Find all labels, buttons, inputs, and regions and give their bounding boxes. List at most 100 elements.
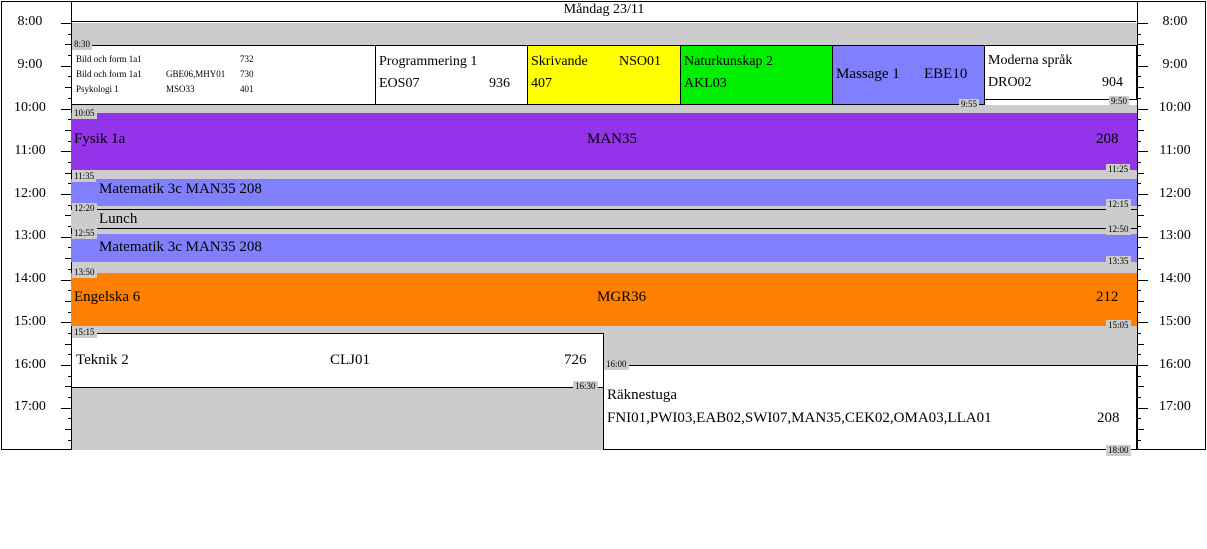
axis-tick: [1138, 162, 1141, 163]
axis-tick: [68, 418, 71, 419]
time-label: 12:15: [1106, 199, 1131, 210]
axis-tick: [1138, 440, 1141, 441]
lesson-text: Matematik 3c MAN35 208: [99, 239, 262, 255]
axis-tick: [61, 23, 71, 24]
lesson-room: 732: [240, 54, 254, 64]
hour-label: 8:00: [17, 14, 43, 29]
axis-tick: [1138, 386, 1144, 387]
lesson-code: EOS07: [379, 76, 420, 91]
axis-tick: [61, 237, 71, 238]
lesson-moderna-sprak[interactable]: Moderna språk DRO02 904: [984, 45, 1137, 100]
free-slot: [72, 387, 604, 450]
lesson-room: 401: [240, 84, 254, 94]
lesson-name: Skrivande: [531, 54, 588, 69]
axis-tick: [1138, 301, 1144, 302]
axis-tick: [1138, 237, 1148, 238]
axis-tick: [1138, 44, 1144, 45]
hour-label: 11:00: [14, 143, 46, 158]
time-label: 10:05: [72, 108, 97, 119]
lesson-matematik-1[interactable]: Matematik 3c MAN35 208: [71, 179, 1137, 206]
axis-tick: [61, 151, 71, 152]
time-label: 15:05: [1106, 320, 1131, 331]
lesson-name: Massage 1: [836, 66, 900, 82]
lesson-block-bild-psyk[interactable]: Bild och form 1a1 732 Bild och form 1a1 …: [71, 45, 376, 105]
lesson-room: 730: [240, 69, 254, 79]
time-label: 15:15: [72, 327, 97, 338]
axis-tick: [1138, 290, 1141, 291]
time-label: 18:00: [1106, 445, 1131, 456]
axis-tick: [61, 66, 71, 67]
lesson-raknestuga[interactable]: Räknestuga FNI01,PWI03,EAB02,SWI07,MAN35…: [603, 365, 1137, 450]
axis-tick: [1138, 226, 1141, 227]
time-label: 8:30: [72, 39, 93, 50]
hour-label: 9:00: [17, 57, 43, 72]
free-slot: [604, 326, 1137, 365]
time-label: 16:00: [604, 359, 629, 370]
time-label: 12:50: [1106, 224, 1131, 235]
axis-tick: [1138, 280, 1148, 281]
lesson-fysik[interactable]: Fysik 1a MAN35 208: [71, 113, 1137, 170]
lesson-massage[interactable]: Massage 1 EBE10: [832, 45, 985, 105]
axis-tick: [1138, 173, 1144, 174]
hour-label: 16:00: [1159, 357, 1191, 372]
axis-tick: [61, 280, 71, 281]
axis-tick: [61, 365, 71, 366]
lesson-skrivande[interactable]: Skrivande NSO01 407: [527, 45, 681, 105]
axis-tick: [1138, 418, 1141, 419]
lesson-name: Bild och form 1a1: [76, 54, 142, 64]
axis-tick: [1138, 322, 1148, 323]
lesson-engelska[interactable]: Engelska 6 MGR36 212: [71, 273, 1137, 326]
lesson-programmering[interactable]: Programmering 1 EOS07 936: [375, 45, 528, 105]
hour-label: 16:00: [14, 357, 46, 372]
free-slot: [72, 170, 1137, 179]
axis-tick: [65, 173, 71, 174]
axis-tick: [1138, 215, 1144, 216]
lesson-lunch[interactable]: Lunch: [71, 209, 1137, 229]
lesson-room: 208: [1096, 131, 1119, 147]
time-label: 9:55: [959, 99, 980, 110]
hour-label: 14:00: [14, 271, 46, 286]
time-label: 11:25: [1106, 164, 1131, 175]
lesson-matematik-2[interactable]: Matematik 3c MAN35 208: [71, 234, 1137, 262]
hour-label: 14:00: [1159, 271, 1191, 286]
lesson-teknik[interactable]: Teknik 2 CLJ01 726: [71, 333, 604, 388]
hour-label: 10:00: [14, 100, 46, 115]
axis-tick: [1138, 98, 1141, 99]
lesson-room: 212: [1096, 289, 1119, 305]
hour-label: 12:00: [14, 186, 46, 201]
axis-tick: [1138, 397, 1141, 398]
lesson-name: Fysik 1a: [74, 131, 126, 147]
hour-label: 12:00: [1159, 186, 1191, 201]
axis-tick: [1138, 258, 1144, 259]
hour-label: 17:00: [14, 399, 46, 414]
axis-tick: [1138, 109, 1148, 110]
axis-tick: [61, 408, 71, 409]
lesson-name: Engelska 6: [74, 289, 141, 305]
free-slot: [72, 262, 1137, 273]
hour-label: 9:00: [1162, 57, 1188, 72]
time-label: 13:50: [72, 267, 97, 278]
axis-tick: [68, 440, 71, 441]
time-label: 12:55: [72, 228, 97, 239]
axis-tick: [68, 397, 71, 398]
axis-tick: [1138, 376, 1141, 377]
hour-label: 13:00: [1159, 228, 1191, 243]
axis-tick: [1138, 141, 1141, 142]
axis-tick: [1138, 55, 1141, 56]
axis-tick: [1138, 333, 1141, 334]
lesson-code: CLJ01: [330, 352, 371, 368]
axis-tick: [1138, 205, 1141, 206]
lesson-naturkunskap[interactable]: Naturkunskap 2 AKL03: [680, 45, 833, 105]
lesson-code: DRO02: [988, 75, 1032, 90]
lesson-room: 936: [489, 76, 510, 91]
axis-tick: [1138, 344, 1144, 345]
lesson-code: EBE10: [924, 66, 968, 82]
lesson-room: 904: [1102, 75, 1123, 90]
axis-tick: [1138, 151, 1148, 152]
axis-tick: [1138, 87, 1144, 88]
lesson-name: Naturkunskap 2: [684, 54, 774, 69]
axis-tick: [1138, 365, 1148, 366]
lesson-code: GBE06,MHY01: [166, 69, 226, 79]
lesson-name: Psykologi 1: [76, 84, 119, 94]
hour-label: 15:00: [1159, 314, 1191, 329]
